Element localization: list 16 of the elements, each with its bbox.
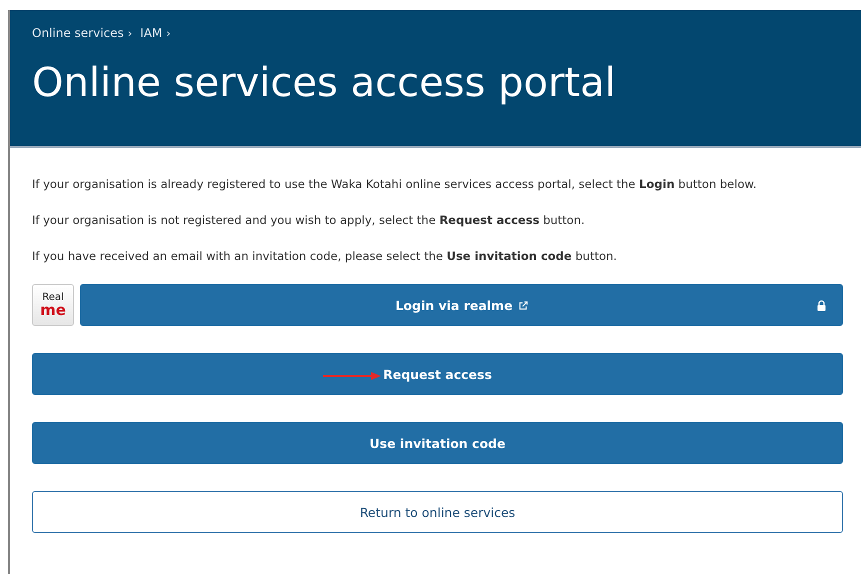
primary-button[interactable]: Login via realme — [80, 284, 843, 326]
breadcrumb-separator: › — [128, 26, 132, 40]
breadcrumb-separator: › — [166, 26, 171, 40]
breadcrumb-link[interactable]: IAM — [140, 26, 162, 40]
lock-icon — [817, 300, 826, 311]
breadcrumb-link[interactable]: Online services — [32, 26, 124, 40]
page-title: Online services access portal — [32, 60, 617, 106]
instruction-text: If you have received an email with an invitation code, please select the Use invitation code button. — [32, 248, 618, 264]
secondary-button[interactable]: Return to online services — [32, 491, 843, 533]
external-link-icon — [518, 300, 528, 310]
instruction-text: If your organisation is not registered and you wish to apply, select the Request access button. — [32, 212, 586, 228]
arrow-icon — [323, 372, 381, 380]
realme-logo: Real me — [32, 284, 74, 326]
primary-button[interactable]: Use invitation code — [32, 422, 843, 464]
primary-button[interactable]: Request access — [32, 353, 843, 395]
instruction-text: If your organisation is already registered to use the Waka Kotahi online services access portal, select the Login button below. — [32, 176, 758, 192]
